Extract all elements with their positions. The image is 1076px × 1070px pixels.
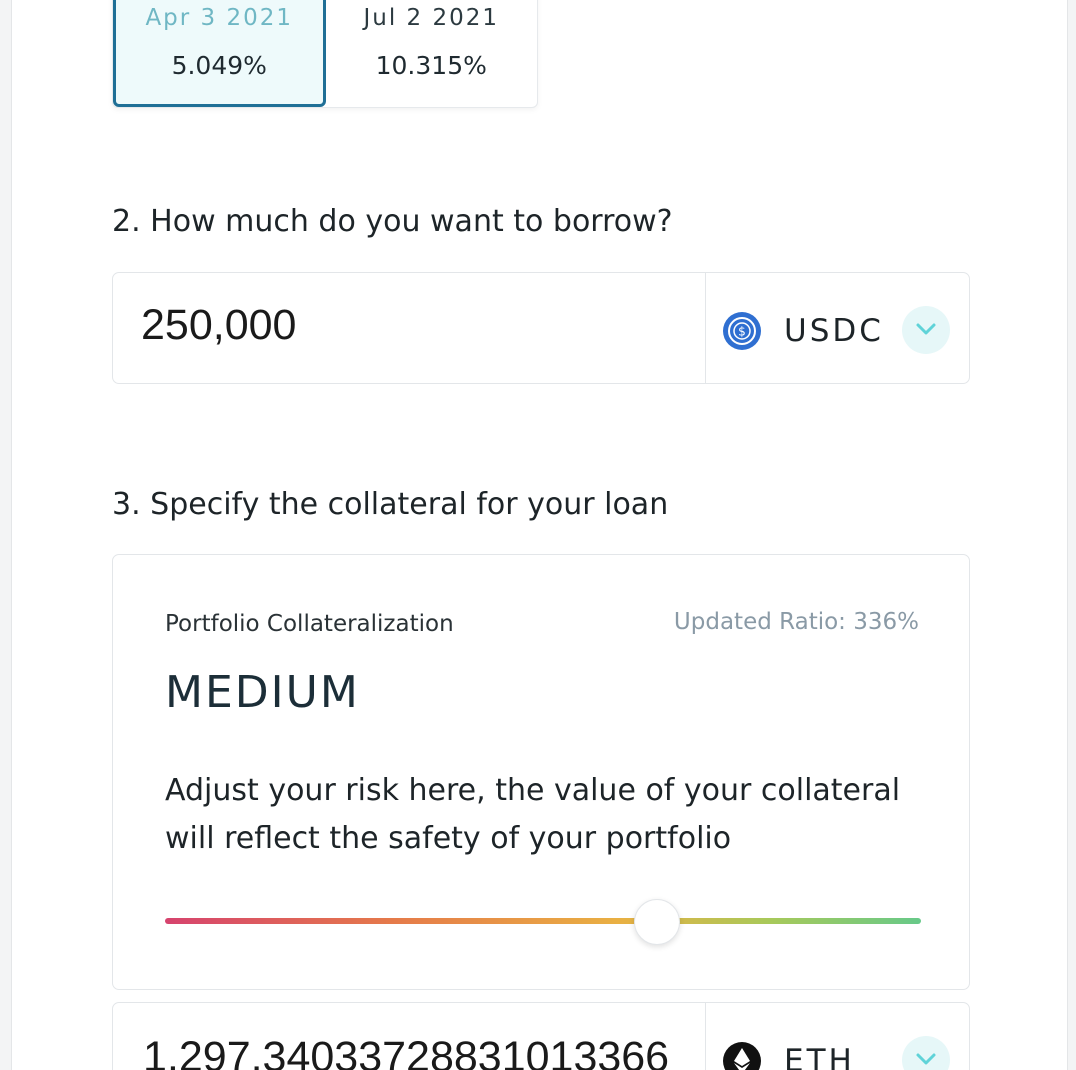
svg-text:$: $	[738, 325, 746, 339]
risk-slider[interactable]	[165, 899, 921, 945]
maturity-date: Apr 3 2021	[145, 5, 294, 31]
portfolio-collateralization-label: Portfolio Collateralization	[165, 611, 454, 637]
borrow-heading: 2. How much do you want to borrow?	[112, 204, 673, 239]
risk-level: MEDIUM	[165, 667, 360, 718]
maturity-option-jul-2-2021[interactable]: Jul 2 2021 10.315%	[326, 0, 538, 107]
slider-track[interactable]	[165, 918, 921, 924]
updated-ratio: Updated Ratio: 336%	[673, 609, 919, 635]
borrow-token-select[interactable]: $ USDC	[706, 273, 969, 383]
collateral-amount-field[interactable]: 1,297.34033728831013366 ETH	[112, 1002, 970, 1070]
collateral-token-label: ETH	[784, 1043, 855, 1070]
borrow-token-label: USDC	[784, 313, 884, 349]
slider-thumb[interactable]	[634, 899, 681, 945]
risk-description: Adjust your risk here, the value of your…	[165, 773, 901, 856]
collateral-token-select[interactable]: ETH	[706, 1003, 969, 1070]
usdc-icon: $	[722, 311, 762, 355]
borrow-amount-field[interactable]: 250,000 $ USDC	[112, 272, 970, 384]
maturity-selector: Apr 3 2021 5.049% Jul 2 2021 10.315%	[112, 0, 538, 108]
right-border	[1067, 0, 1076, 1070]
eth-icon	[722, 1041, 762, 1070]
collateral-heading: 3. Specify the collateral for your loan	[112, 487, 669, 522]
maturity-date: Jul 2 2021	[363, 5, 500, 31]
maturity-rate: 5.049%	[171, 51, 267, 80]
collateral-amount-input[interactable]: 1,297.34033728831013366	[143, 1033, 705, 1070]
chevron-down-icon[interactable]	[902, 1036, 950, 1070]
maturity-option-apr-3-2021[interactable]: Apr 3 2021 5.049%	[113, 0, 326, 107]
chevron-down-icon[interactable]	[902, 306, 950, 354]
borrow-amount-input[interactable]: 250,000	[141, 301, 296, 350]
page: Apr 3 2021 5.049% Jul 2 2021 10.315% 2. …	[0, 0, 1076, 1070]
left-border	[0, 0, 12, 1070]
collateralization-card: Portfolio Collateralization Updated Rati…	[112, 554, 970, 990]
maturity-rate: 10.315%	[375, 51, 487, 80]
